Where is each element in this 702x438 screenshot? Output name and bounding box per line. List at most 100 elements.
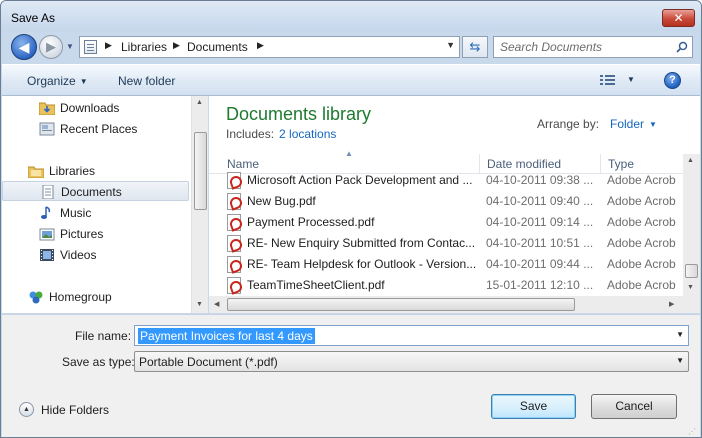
file-list-horizontal-scrollbar[interactable]: ◀ ▶ — [209, 296, 683, 313]
nav-item-documents[interactable]: Documents — [2, 181, 189, 201]
file-type: Adobe Acrob — [607, 278, 676, 292]
organize-menu[interactable]: Organize ▼ — [27, 74, 88, 88]
music-icon — [41, 206, 51, 219]
file-list-vertical-scrollbar[interactable]: ▲ ▼ — [683, 154, 700, 296]
chevron-right-icon[interactable]: ▶ — [173, 40, 180, 51]
scroll-down-icon[interactable]: ▼ — [687, 284, 694, 291]
breadcrumb-documents[interactable]: Documents — [187, 40, 248, 54]
chevron-down-icon[interactable]: ▼ — [676, 356, 684, 365]
breadcrumb-libraries[interactable]: Libraries — [121, 40, 167, 54]
file-name-field[interactable]: Payment Invoices for last 4 days ▼ — [134, 325, 689, 346]
refresh-icon: ⇆ — [469, 39, 481, 54]
new-folder-button[interactable]: New folder — [118, 74, 175, 88]
scroll-down-icon[interactable]: ▼ — [196, 301, 203, 308]
file-type: Adobe Acrob — [607, 173, 676, 187]
table-row[interactable]: TeamTimeSheetClient.pdf 15-01-2011 12:10… — [209, 275, 683, 296]
table-row[interactable]: Microsoft Action Pack Development and ..… — [209, 170, 683, 191]
table-row[interactable]: RE- New Enquiry Submitted from Contac...… — [209, 233, 683, 254]
file-name: RE- Team Helpdesk for Outlook - Version.… — [247, 257, 477, 271]
file-date: 04-10-2011 09:44 ... — [486, 257, 594, 271]
scroll-thumb[interactable] — [194, 132, 207, 210]
back-arrow-icon: ◀ — [18, 39, 30, 55]
file-type: Adobe Acrob — [607, 194, 676, 208]
hide-folders-label: Hide Folders — [41, 403, 110, 417]
nav-item-libraries[interactable]: Libraries — [2, 161, 189, 181]
search-box[interactable] — [493, 36, 693, 58]
nav-item-pictures[interactable]: Pictures — [2, 224, 189, 244]
file-name-label: File name: — [75, 329, 132, 343]
organize-label: Organize — [27, 74, 76, 88]
table-row[interactable]: New Bug.pdf 04-10-2011 09:40 ... Adobe A… — [209, 191, 683, 212]
chevron-right-icon[interactable]: ▶ — [257, 40, 264, 51]
save-button[interactable]: Save — [491, 394, 576, 419]
pdf-file-icon — [227, 214, 241, 231]
nav-item-videos[interactable]: Videos — [2, 245, 189, 265]
pdf-file-icon — [227, 193, 241, 210]
library-icon — [84, 40, 97, 54]
save-form: File name: Payment Invoices for last 4 d… — [2, 314, 700, 437]
save-as-type-select[interactable]: Portable Document (*.pdf) ▼ — [134, 351, 689, 372]
resize-grip-icon[interactable]: ⋰ — [688, 427, 698, 437]
title-bar[interactable]: Save As ✕ — [1, 1, 701, 31]
file-name: RE- New Enquiry Submitted from Contac... — [247, 236, 476, 250]
nav-item-homegroup[interactable]: Homegroup — [2, 287, 189, 307]
collapse-up-icon: ▲ — [19, 402, 34, 417]
file-name-value[interactable]: Payment Invoices for last 4 days — [138, 328, 315, 344]
address-history-dropdown[interactable]: ▼ — [446, 40, 455, 50]
nav-item-recent-places[interactable]: Recent Places — [2, 119, 189, 139]
chevron-right-icon[interactable]: ▶ — [105, 40, 112, 51]
recent-places-icon — [39, 122, 55, 136]
file-list-pane: Documents library Includes: 2 locations A… — [209, 96, 700, 313]
file-name: Payment Processed.pdf — [247, 215, 375, 229]
help-icon[interactable]: ? — [664, 72, 681, 89]
search-input[interactable] — [500, 40, 670, 54]
nav-item-downloads[interactable]: Downloads — [2, 98, 189, 118]
nav-label: Homegroup — [49, 290, 112, 304]
refresh-button[interactable]: ⇆ — [462, 36, 488, 58]
change-view-icon[interactable] — [600, 74, 616, 87]
libraries-icon — [28, 166, 44, 178]
file-date: 04-10-2011 10:51 ... — [486, 236, 594, 250]
downloads-folder-icon — [39, 102, 55, 115]
locations-link[interactable]: 2 locations — [279, 127, 336, 141]
save-as-dialog: Save As ✕ ◀ ▶ ▼ ▶ Libraries ▶ Documents … — [0, 0, 702, 438]
scroll-up-icon[interactable]: ▲ — [687, 157, 694, 164]
arrange-by-label: Arrange by: — [537, 117, 600, 131]
nav-item-music[interactable]: Music — [2, 203, 189, 223]
file-type: Adobe Acrob — [607, 257, 676, 271]
arrange-by-dropdown[interactable]: Folder ▼ — [610, 117, 657, 131]
save-as-type-value: Portable Document (*.pdf) — [139, 355, 278, 369]
pdf-file-icon — [227, 172, 241, 189]
scroll-thumb[interactable] — [227, 298, 575, 311]
library-includes: Includes: 2 locations — [226, 127, 336, 141]
cancel-button[interactable]: Cancel — [591, 394, 677, 419]
forward-button[interactable]: ▶ — [39, 35, 63, 59]
table-row[interactable]: RE- Team Helpdesk for Outlook - Version.… — [209, 254, 683, 275]
scroll-left-icon[interactable]: ◀ — [214, 300, 219, 308]
file-type: Adobe Acrob — [607, 215, 676, 229]
search-icon[interactable] — [676, 41, 688, 53]
scroll-right-icon[interactable]: ▶ — [669, 300, 674, 308]
nav-label: Pictures — [60, 227, 104, 241]
scroll-thumb[interactable] — [685, 264, 698, 278]
navigation-scrollbar[interactable]: ▲ ▼ — [191, 96, 208, 313]
arrange-value: Folder — [610, 117, 645, 131]
forward-arrow-icon: ▶ — [46, 39, 56, 54]
views-dropdown[interactable]: ▼ — [627, 75, 635, 84]
pdf-file-icon — [227, 235, 241, 252]
file-date: 04-10-2011 09:38 ... — [486, 173, 594, 187]
command-bar: Organize ▼ New folder ▼ ? — [2, 64, 700, 96]
address-bar[interactable]: ▶ Libraries ▶ Documents ▶ ▼ — [79, 36, 460, 58]
chevron-down-icon[interactable]: ▼ — [676, 330, 684, 339]
chevron-down-icon: ▼ — [649, 120, 657, 129]
back-button[interactable]: ◀ — [11, 34, 37, 60]
save-as-type-label: Save as type: — [62, 355, 135, 369]
window-title: Save As — [11, 11, 56, 25]
scroll-up-icon[interactable]: ▲ — [196, 99, 203, 106]
table-row[interactable]: Payment Processed.pdf 04-10-2011 09:14 .… — [209, 212, 683, 233]
documents-icon — [42, 185, 54, 199]
recent-pages-dropdown[interactable]: ▼ — [66, 42, 76, 52]
close-button[interactable]: ✕ — [662, 9, 695, 27]
file-name: TeamTimeSheetClient.pdf — [247, 278, 385, 292]
file-date: 04-10-2011 09:40 ... — [486, 194, 594, 208]
